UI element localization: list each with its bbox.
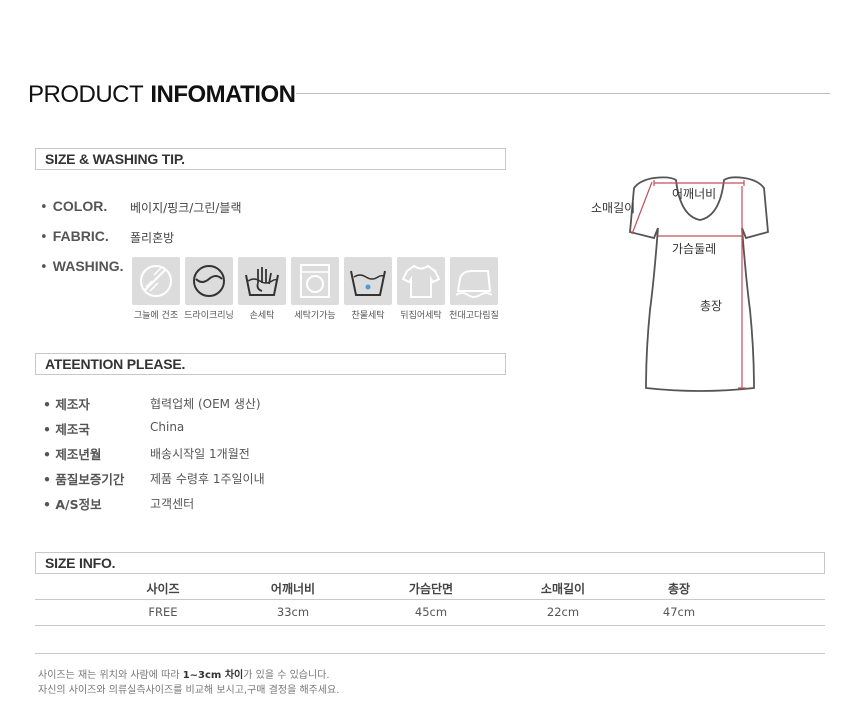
machine-wash-icon: [291, 257, 339, 305]
attention-section-header: ATEENTION PLEASE.: [35, 353, 506, 375]
attention-label-as: • A/S정보: [43, 497, 102, 512]
color-row: • COLOR.: [40, 198, 108, 215]
attention-value-as: 고객센터: [150, 497, 195, 511]
iron-cloth-icon: [450, 257, 498, 305]
size-cell-length: 47cm: [662, 605, 696, 619]
notes-divider: [35, 653, 825, 654]
size-washing-section-header: SIZE & WASHING TIP.: [35, 148, 506, 170]
attention-label-date: • 제조년월: [43, 447, 102, 462]
attention-label-warranty: • 품질보증기간: [43, 472, 125, 487]
size-cell-size: FREE: [148, 605, 178, 619]
attention-value-warranty: 제품 수령후 1주일이내: [150, 472, 265, 486]
size-header-size: 사이즈: [146, 582, 180, 596]
attention-value-date: 배송시작일 1개월전: [150, 447, 250, 461]
inside-out-wash-icon: [397, 257, 445, 305]
inside-out-wash-caption: 뒤집어세탁: [400, 311, 442, 321]
chest-label: 가슴둘레: [672, 242, 717, 256]
shoulder-label: 어깨너비: [672, 187, 717, 201]
garment-outline: [629, 176, 769, 392]
fabric-row: • FABRIC.: [40, 228, 109, 245]
hand-wash-icon: [238, 257, 286, 305]
size-cell-shoulder: 33cm: [276, 605, 310, 619]
page-title: PRODUCT INFOMATION: [28, 81, 296, 108]
size-table-bottom-line: [35, 625, 825, 626]
length-label: 총장: [700, 299, 723, 313]
attention-value-maker: 협력업체 (OEM 생산): [150, 397, 261, 411]
attention-label-maker: • 제조자: [43, 397, 90, 412]
cold-wash-icon: [344, 257, 392, 305]
cold-wash-caption: 찬물세탁: [351, 311, 385, 321]
size-cell-sleeve: 22cm: [546, 605, 580, 619]
washing-row: • WASHING.: [40, 258, 124, 275]
size-note-2: 자신의 사이즈와 의류실측사이즈를 비교해 보시고,구매 결정을 해주세요.: [38, 685, 340, 696]
color-value: 베이지/핑크/그린/블랙: [130, 201, 242, 215]
fabric-value: 폴리혼방: [130, 231, 175, 245]
machine-wash-caption: 세탁기가능: [294, 311, 336, 321]
shade-dry-icon: [132, 257, 180, 305]
color-label: COLOR.: [52, 198, 108, 214]
dry-clean-caption: 드라이크리닝: [184, 311, 234, 321]
washing-label: WASHING.: [52, 258, 124, 274]
sleeve-label: 소매길이: [591, 201, 636, 215]
size-table-divider: [35, 599, 825, 600]
iron-cloth-caption: 천대고다림질: [449, 311, 499, 321]
hand-wash-caption: 손세탁: [249, 311, 275, 321]
size-header-length: 총장: [667, 582, 691, 596]
attention-value-country: China: [150, 420, 185, 434]
size-header-chest: 가슴단면: [408, 582, 454, 596]
size-info-section-header: SIZE INFO.: [35, 552, 825, 574]
garment-size-diagram: [629, 176, 769, 392]
size-cell-chest: 45cm: [414, 605, 448, 619]
attention-label-country: • 제조국: [43, 422, 90, 437]
fabric-label: FABRIC.: [52, 228, 109, 244]
shade-dry-caption: 그늘에 건조: [133, 311, 179, 321]
size-header-shoulder: 어깨너비: [270, 582, 316, 596]
dry-clean-icon: [185, 257, 233, 305]
title-divider: [296, 93, 830, 94]
size-header-sleeve: 소매길이: [540, 582, 586, 596]
size-note-1: 사이즈는 재는 위치와 사람에 따라 1~3cm 차이가 있을 수 있습니다.: [38, 670, 330, 681]
